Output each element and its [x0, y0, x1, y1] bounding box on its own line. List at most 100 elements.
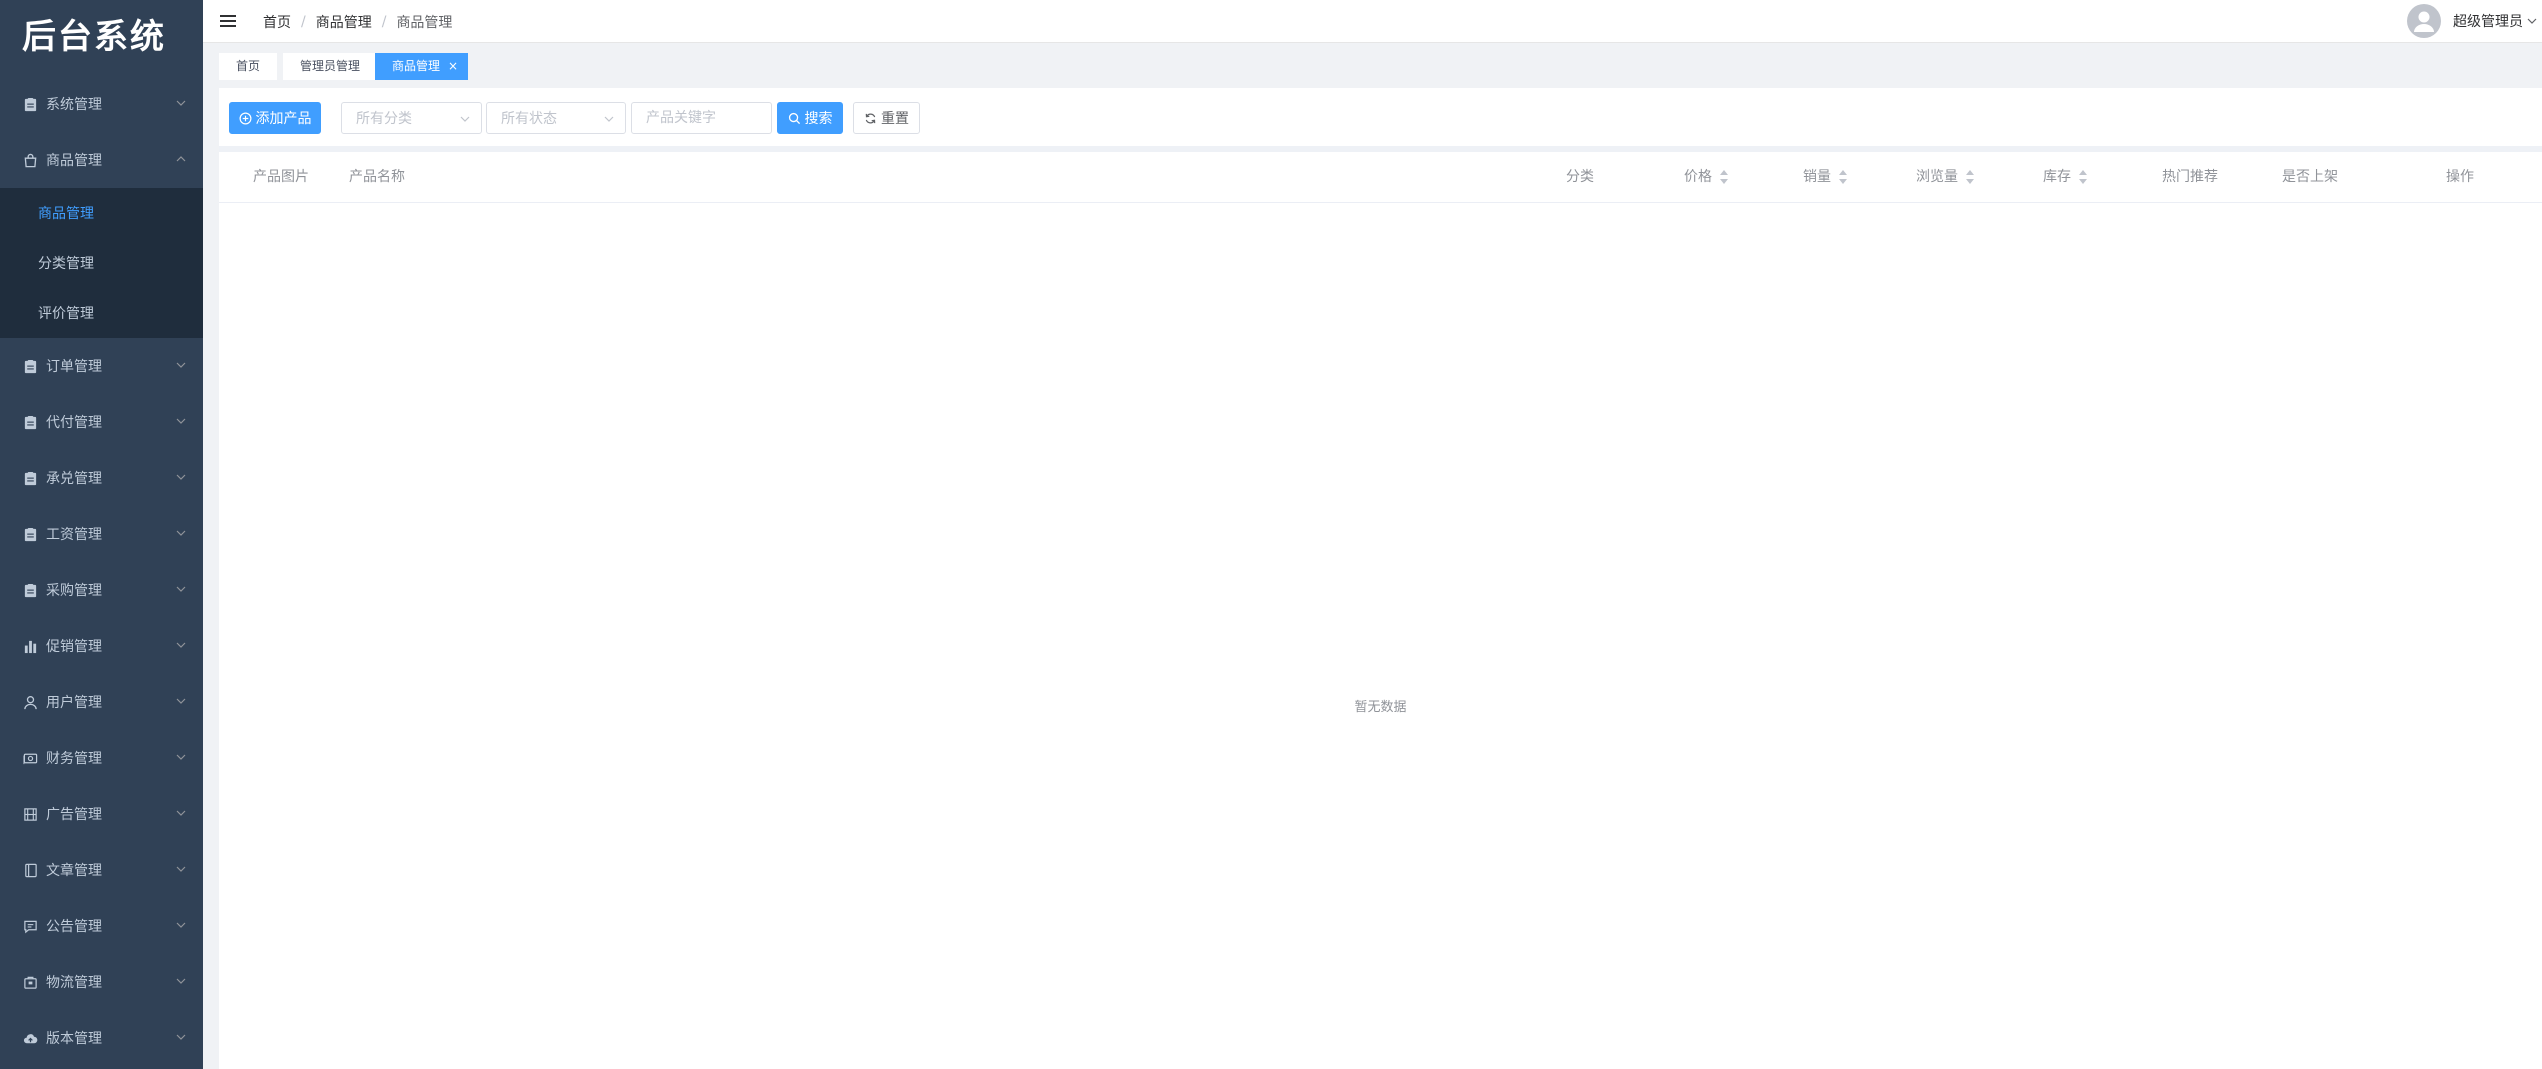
chevron-down-icon — [604, 116, 614, 122]
sidebar-subitem-goods-management[interactable]: 商品管理 — [0, 188, 203, 238]
close-icon[interactable]: × — [448, 59, 458, 73]
cloud-upload-icon — [22, 1030, 38, 1046]
clipboard-icon — [22, 414, 38, 430]
package-icon — [22, 974, 38, 990]
chevron-down-icon — [176, 586, 186, 592]
column-header-name: 产品名称 — [349, 152, 405, 202]
chevron-down-icon — [176, 754, 186, 760]
sidebar-item-goods[interactable]: 商品管理 — [0, 132, 203, 188]
sidebar-subitem-review-management[interactable]: 评价管理 — [0, 288, 203, 338]
sort-caret-icon[interactable] — [1839, 170, 1847, 184]
sidebar: 后台系统 系统管理 商品管理 商品管理 分类管理 评价管理 订单管理 代付管理 — [0, 0, 203, 1069]
chevron-down-icon — [176, 866, 186, 872]
chevron-down-icon — [176, 698, 186, 704]
sidebar-item-acceptance[interactable]: 承兑管理 — [0, 450, 203, 506]
sidebar-item-label: 采购管理 — [46, 583, 102, 599]
chevron-up-icon — [176, 156, 186, 162]
chevron-down-icon — [176, 418, 186, 424]
sidebar-item-system[interactable]: 系统管理 — [0, 76, 203, 132]
chevron-down-icon — [176, 100, 186, 106]
column-header-stock[interactable]: 库存 — [2043, 152, 2087, 202]
user-dropdown[interactable]: 超级管理员 — [2407, 0, 2542, 42]
sidebar-item-salary[interactable]: 工资管理 — [0, 506, 203, 562]
money-icon — [22, 750, 38, 766]
sidebar-item-users[interactable]: 用户管理 — [0, 674, 203, 730]
tag-label: 管理员管理 — [300, 59, 361, 73]
search-button[interactable]: 搜索 — [777, 102, 843, 134]
product-keyword-input[interactable] — [631, 102, 772, 134]
column-header-label: 库存 — [2043, 169, 2071, 185]
user-avatar-icon — [2414, 11, 2434, 32]
tag-label: 商品管理 — [392, 59, 441, 73]
clipboard-icon — [22, 582, 38, 598]
sidebar-item-promotion[interactable]: 促销管理 — [0, 618, 203, 674]
sidebar-item-label: 版本管理 — [46, 1031, 102, 1047]
clipboard-icon — [22, 526, 38, 542]
sidebar-item-articles[interactable]: 文章管理 — [0, 842, 203, 898]
sidebar-item-label: 订单管理 — [46, 359, 102, 375]
chevron-down-icon — [176, 474, 186, 480]
status-select[interactable]: 所有状态 — [486, 102, 626, 134]
chevron-down-icon — [460, 116, 470, 122]
column-header-label: 价格 — [1684, 169, 1712, 185]
sort-caret-icon[interactable] — [2079, 170, 2087, 184]
column-header-label: 产品图片 — [253, 169, 309, 185]
category-select[interactable]: 所有分类 — [341, 102, 482, 134]
username[interactable]: 超级管理员 — [2453, 11, 2523, 31]
message-icon — [22, 918, 38, 934]
tag-goods-management[interactable]: 商品管理 × — [375, 53, 469, 80]
clipboard-icon — [22, 358, 38, 374]
sidebar-item-label: 文章管理 — [46, 863, 102, 879]
sidebar-menu: 系统管理 商品管理 商品管理 分类管理 评价管理 订单管理 代付管理 承兑管理 … — [0, 76, 203, 1066]
column-header-image: 产品图片 — [253, 152, 309, 202]
column-header-on-shelf: 是否上架 — [2282, 152, 2338, 202]
reset-button[interactable]: 重置 — [853, 102, 920, 134]
column-header-views[interactable]: 浏览量 — [1916, 152, 1974, 202]
top-navbar: 首页 / 商品管理 / 商品管理 超级管理员 — [203, 0, 2542, 43]
sidebar-item-label: 系统管理 — [46, 97, 102, 113]
sidebar-item-finance[interactable]: 财务管理 — [0, 730, 203, 786]
tags-view: 首页 管理员管理 商品管理 × — [203, 43, 2542, 87]
tag-home[interactable]: 首页 — [219, 53, 278, 80]
breadcrumb-home[interactable]: 首页 — [263, 12, 291, 32]
chevron-down-icon[interactable] — [2526, 15, 2538, 27]
add-product-label: 添加产品 — [255, 111, 312, 127]
category-select-placeholder: 所有分类 — [356, 111, 412, 127]
chevron-down-icon — [176, 810, 186, 816]
hamburger-menu-icon[interactable] — [219, 12, 237, 30]
sidebar-item-versions[interactable]: 版本管理 — [0, 1010, 203, 1066]
sidebar-item-label: 用户管理 — [46, 695, 102, 711]
breadcrumb-goods[interactable]: 商品管理 — [316, 12, 372, 32]
sidebar-subitem-category-management[interactable]: 分类管理 — [0, 238, 203, 288]
breadcrumb-separator: / — [301, 14, 306, 30]
search-icon — [788, 112, 800, 124]
breadcrumb: 首页 / 商品管理 / 商品管理 — [263, 12, 452, 32]
sidebar-item-purchase[interactable]: 采购管理 — [0, 562, 203, 618]
table-empty-text: 暂无数据 — [1354, 700, 1407, 715]
sidebar-item-label: 促销管理 — [46, 639, 102, 655]
column-header-label: 热门推荐 — [2162, 169, 2218, 185]
tag-label: 首页 — [236, 59, 261, 73]
film-icon — [22, 806, 38, 822]
column-header-actions: 操作 — [2446, 152, 2474, 202]
tag-admin-management[interactable]: 管理员管理 — [283, 53, 378, 80]
user-icon — [22, 694, 38, 710]
sidebar-item-logistics[interactable]: 物流管理 — [0, 954, 203, 1010]
sidebar-item-announcements[interactable]: 公告管理 — [0, 898, 203, 954]
avatar[interactable] — [2407, 4, 2441, 38]
column-header-label: 产品名称 — [349, 169, 405, 185]
clipboard-icon — [22, 470, 38, 486]
plus-circle-icon — [239, 112, 251, 124]
sidebar-item-orders[interactable]: 订单管理 — [0, 338, 203, 394]
add-product-button[interactable]: 添加产品 — [229, 102, 321, 134]
column-header-price[interactable]: 价格 — [1684, 152, 1728, 202]
sidebar-item-proxy-payment[interactable]: 代付管理 — [0, 394, 203, 450]
sidebar-item-ads[interactable]: 广告管理 — [0, 786, 203, 842]
column-header-category: 分类 — [1566, 152, 1594, 202]
column-header-label: 分类 — [1566, 169, 1594, 185]
sidebar-item-label: 财务管理 — [46, 751, 102, 767]
app-logo-title: 后台系统 — [22, 17, 166, 57]
sort-caret-icon[interactable] — [1720, 170, 1728, 184]
column-header-sales[interactable]: 销量 — [1803, 152, 1847, 202]
sort-caret-icon[interactable] — [1966, 170, 1974, 184]
